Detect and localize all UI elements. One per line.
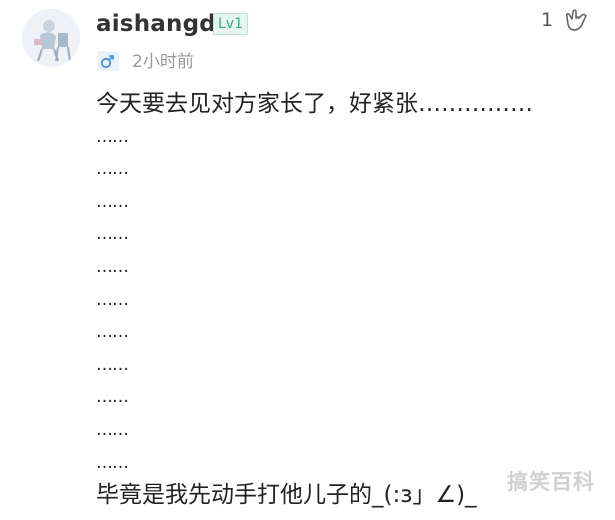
comment-line: …… bbox=[96, 224, 129, 245]
comment-body: 今天要去见对方家长了，好紧张…………… …… …… …… …… …… …… ……… bbox=[96, 88, 596, 512]
comment-line: …… bbox=[96, 159, 129, 180]
comment-line: …… bbox=[96, 256, 129, 277]
avatar[interactable] bbox=[22, 9, 80, 67]
avatar-illustration bbox=[22, 9, 80, 67]
comment-line: …… bbox=[96, 191, 129, 212]
comment-line: …… bbox=[96, 354, 129, 375]
comment-line: …… bbox=[96, 289, 129, 310]
comment-line: …… bbox=[96, 322, 129, 343]
comment-line: …… bbox=[96, 387, 129, 408]
male-icon bbox=[97, 51, 119, 71]
shaka-hand-icon[interactable] bbox=[563, 7, 589, 33]
comment-line: 今天要去见对方家长了，好紧张…………… bbox=[96, 91, 533, 117]
level-badge: Lv1 bbox=[213, 13, 248, 35]
username[interactable]: aishangde bbox=[96, 9, 232, 39]
post-time: 2小时前 bbox=[132, 52, 194, 72]
comment-line: …… bbox=[96, 419, 129, 440]
watermark: 搞笑百科 bbox=[507, 470, 595, 494]
comment-line: …… bbox=[96, 126, 129, 147]
like-count: 1 bbox=[541, 9, 554, 31]
